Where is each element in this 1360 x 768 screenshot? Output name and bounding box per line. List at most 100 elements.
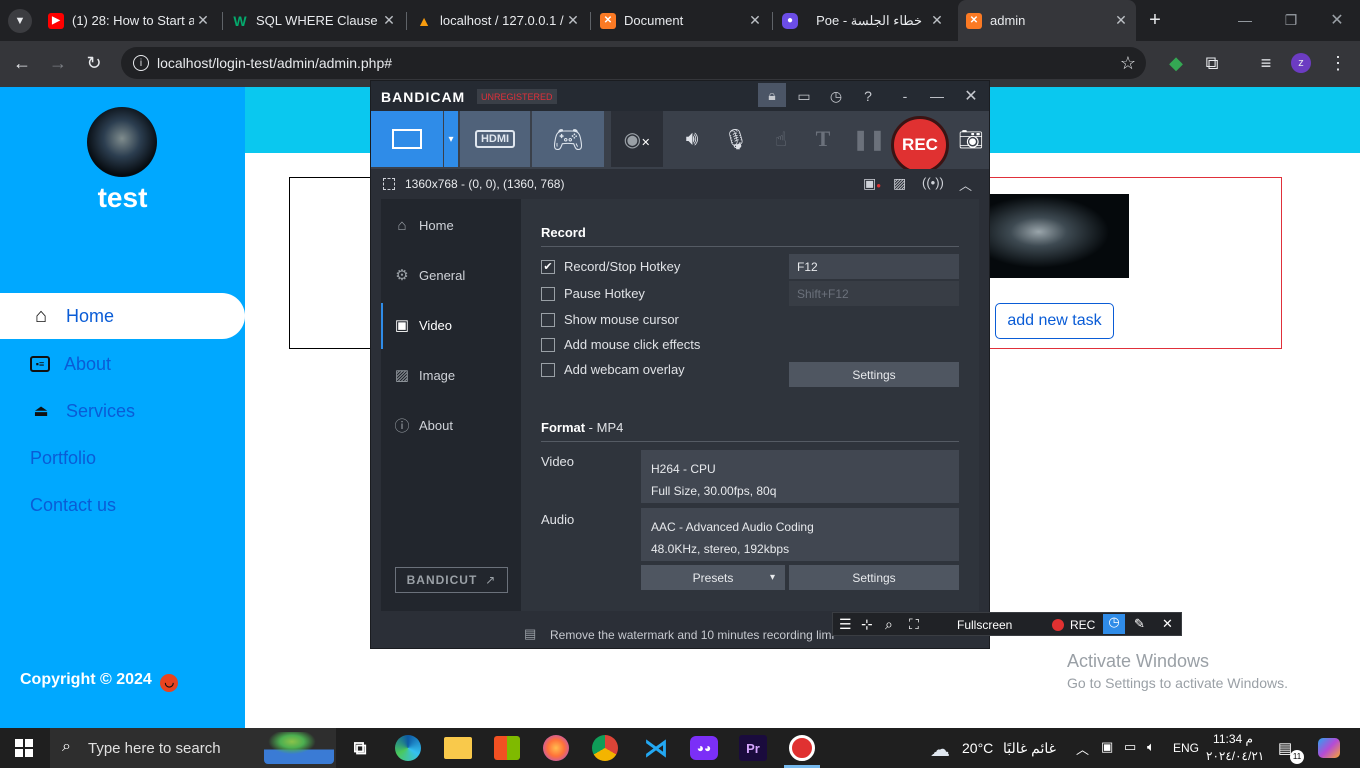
browser-tab[interactable]: ● Poe - خطاء الجلسة ✕ [774, 0, 952, 41]
float-rec-label[interactable]: REC [1070, 618, 1095, 632]
browser-tab[interactable]: ▲ localhost / 127.0.0.1 / ✕ [408, 0, 588, 41]
clock-icon[interactable]: ◷ [824, 85, 848, 107]
menu-lines-icon[interactable]: ☰ [839, 616, 852, 633]
image-icon[interactable]: ▨ [893, 175, 906, 192]
show-mouse-cursor-checkbox[interactable]: Show mouse cursor [541, 312, 679, 327]
webcam-button[interactable]: ◉✕ [611, 111, 663, 167]
collapse-icon[interactable]: - [893, 85, 917, 107]
weather-cloud-icon[interactable]: ☁ [930, 737, 956, 761]
side-item-about[interactable]: ⓘ About [393, 413, 453, 437]
extension-colorful-icon[interactable]: ◆ [1164, 51, 1188, 75]
video-format-box[interactable]: H264 - CPU Full Size, 30.00fps, 80q [641, 450, 959, 503]
volume-icon[interactable]: 🔈︎ [1147, 739, 1155, 755]
edge-icon[interactable] [395, 735, 421, 761]
side-item-video[interactable]: ▣ Video [393, 313, 452, 337]
close-icon[interactable]: ✕ [928, 12, 946, 29]
tray-camera-icon[interactable]: ▣ [1101, 739, 1113, 755]
premiere-pro-icon[interactable]: Pr [739, 735, 767, 761]
broadcast-icon[interactable]: ((•)) [922, 175, 944, 190]
speaker-button[interactable]: 🔊︎ [671, 111, 713, 167]
close-icon[interactable]: ✕ [194, 12, 212, 29]
mouse-click-effects-checkbox[interactable]: Add mouse click effects [541, 337, 700, 352]
collapse-chevron-icon[interactable]: ︿ [959, 175, 972, 194]
bookmark-star-icon[interactable]: ☆ [1120, 53, 1136, 74]
record-hotkey-field[interactable]: F12 [789, 254, 959, 279]
tab-search-chevron-icon[interactable]: ▼ [8, 9, 32, 33]
bandicam-taskbar-icon[interactable] [789, 735, 815, 761]
nav-item-about[interactable]: ▪≡ About [30, 352, 111, 376]
nav-item-services[interactable]: ⏏ Services [30, 399, 135, 423]
mode-dropdown-chevron-icon[interactable]: ▾ [444, 111, 458, 167]
hdmi-mode-button[interactable]: HDMI [460, 111, 530, 167]
lock-icon[interactable]: 🔒︎ [758, 83, 786, 107]
nav-item-contact[interactable]: Contact us [30, 493, 116, 517]
network-icon[interactable]: ▭ [1124, 739, 1136, 755]
presets-dropdown[interactable]: Presets ▾ [641, 565, 785, 590]
windows-start-icon[interactable] [15, 739, 33, 757]
browser-tab[interactable]: ✕ Document ✕ [592, 0, 770, 41]
help-icon[interactable]: ? [856, 85, 880, 107]
close-icon[interactable]: ✕ [959, 85, 983, 107]
side-item-image[interactable]: ▨ Image [393, 363, 455, 387]
minimize-icon[interactable]: — [925, 85, 949, 107]
window-close-icon[interactable]: ✕ [1324, 8, 1350, 32]
chrome-icon[interactable] [592, 735, 618, 761]
bandicut-button[interactable]: BANDICUT ↗ [395, 567, 508, 593]
format-settings-button[interactable]: Settings [789, 565, 959, 590]
forward-arrow-icon[interactable]: → [46, 51, 70, 75]
nav-item-portfolio[interactable]: Portfolio [30, 446, 96, 470]
chrome-menu-icon[interactable]: ⋮ [1326, 51, 1350, 75]
add-task-button[interactable]: add new task [995, 303, 1114, 339]
pencil-icon[interactable]: ✎ [1134, 616, 1145, 632]
close-icon[interactable]: ✕ [746, 12, 764, 29]
audio-format-box[interactable]: AAC - Advanced Audio Coding 48.0KHz, ste… [641, 508, 959, 561]
language-indicator[interactable]: ENG [1173, 741, 1199, 755]
side-item-home[interactable]: ⌂ Home [393, 213, 453, 237]
vscode-icon[interactable]: ⋊ [641, 734, 671, 762]
side-item-general[interactable]: ⚙ General [393, 263, 465, 287]
copilot-icon[interactable] [1318, 738, 1340, 758]
site-info-icon[interactable]: i [133, 55, 149, 71]
browser-tab-active[interactable]: ✕ admin ✕ [958, 0, 1136, 41]
close-icon[interactable]: ✕ [380, 12, 398, 29]
fullscreen-label[interactable]: Fullscreen [957, 618, 1012, 632]
media-control-icon[interactable]: ≡ [1254, 51, 1278, 75]
microphone-button[interactable]: 🎙︎ [716, 111, 756, 167]
file-explorer-icon[interactable] [444, 737, 472, 759]
game-mode-button[interactable]: 🎮︎ [532, 111, 604, 167]
folder-icon[interactable]: ▭ [792, 85, 816, 107]
close-icon[interactable]: ✕ [1162, 616, 1173, 632]
mouse-cursor-effect-button[interactable]: ☝︎ [763, 111, 799, 167]
fit-area-icon[interactable]: ⊹ [861, 616, 873, 633]
screenshot-button[interactable]: 📷︎ [955, 111, 987, 167]
profile-avatar[interactable]: z [1291, 53, 1311, 73]
new-tab-plus-icon[interactable]: + [1143, 8, 1167, 32]
pause-hotkey-field[interactable]: Shift+F12 [789, 281, 959, 306]
nav-item-home[interactable]: ⌂ Home [0, 293, 245, 339]
webcam-overlay-checkbox[interactable]: Add webcam overlay [541, 362, 685, 377]
extensions-puzzle-icon[interactable]: ⧉ [1200, 51, 1224, 75]
timer-icon[interactable]: ◷ [1103, 614, 1125, 634]
record-video-icon[interactable]: ▣● [863, 175, 881, 192]
address-bar[interactable]: i localhost/login-test/admin/admin.php# … [121, 47, 1146, 79]
back-arrow-icon[interactable]: ← [10, 51, 34, 75]
app-mask-icon[interactable]: ◕◕ [690, 736, 718, 760]
taskbar-search-box[interactable]: ⌕ Type here to search [50, 728, 336, 768]
tray-chevron-up-icon[interactable]: ︿ [1076, 739, 1089, 758]
close-icon[interactable]: ✕ [564, 12, 582, 29]
browser-tab[interactable]: W SQL WHERE Clause ✕ [224, 0, 404, 41]
browser-tab[interactable]: ▶ (1) 28: How to Start a ✕ [40, 0, 218, 41]
reload-icon[interactable]: ↻ [82, 51, 106, 75]
rec-button[interactable]: REC [891, 116, 949, 174]
record-stop-hotkey-checkbox[interactable]: ✔ Record/Stop Hotkey [541, 259, 680, 274]
screen-rect-mode-button[interactable] [371, 111, 443, 167]
firefox-icon[interactable] [543, 735, 569, 761]
record-settings-button[interactable]: Settings [789, 362, 959, 387]
weather-desc[interactable]: غائم غالبًا [1000, 740, 1056, 757]
close-icon[interactable]: ✕ [1112, 12, 1130, 29]
clock-date[interactable]: ٢٠٢٤/٠٤/٢١ [1206, 749, 1264, 763]
crop-area-icon[interactable]: ⛶ [909, 616, 919, 633]
footer-message[interactable]: Remove the watermark and 10 minutes reco… [550, 628, 834, 642]
pause-button[interactable]: ❚❚ [851, 111, 887, 167]
window-minimize-icon[interactable]: — [1232, 8, 1258, 32]
